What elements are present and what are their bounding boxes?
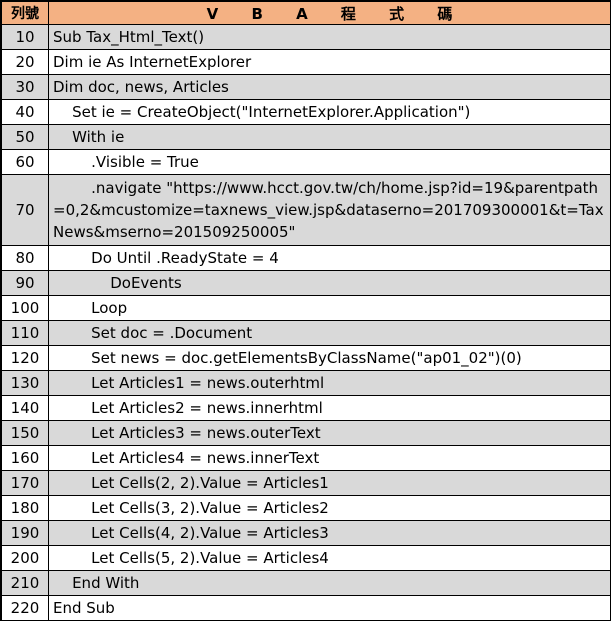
code-line: Let Cells(4, 2).Value = Articles3 [48, 520, 611, 546]
code-line: Set news = doc.getElementsByClassName("a… [48, 345, 611, 371]
code-line: Set ie = CreateObject("InternetExplorer.… [48, 99, 611, 125]
line-number: 40 [1, 99, 49, 125]
line-number: 80 [1, 245, 49, 271]
table-row: 90 DoEvents [1, 270, 611, 296]
code-line: Loop [48, 295, 611, 321]
code-line: .Visible = True [48, 149, 611, 175]
code-line: Sub Tax_Html_Text() [48, 24, 611, 50]
header-vba-code: V B A 程 式 碼 [48, 1, 611, 25]
table-row: 80 Do Until .ReadyState = 4 [1, 245, 611, 271]
code-rows: 10 Sub Tax_Html_Text() 20 Dim ie As Inte… [1, 24, 611, 621]
table-row: 190 Let Cells(4, 2).Value = Articles3 [1, 520, 611, 546]
table-row: 20 Dim ie As InternetExplorer [1, 49, 611, 75]
code-line: Dim doc, news, Articles [48, 74, 611, 100]
code-line: End Sub [48, 595, 611, 621]
table-row: 40 Set ie = CreateObject("InternetExplor… [1, 99, 611, 125]
line-number: 120 [1, 345, 49, 371]
code-line: Let Cells(5, 2).Value = Articles4 [48, 545, 611, 571]
vba-code-table: 列號 V B A 程 式 碼 10 Sub Tax_Html_Text() 20… [0, 0, 611, 621]
code-line: DoEvents [48, 270, 611, 296]
table-row: 150 Let Articles3 = news.outerText [1, 420, 611, 446]
table-row: 120 Set news = doc.getElementsByClassNam… [1, 345, 611, 371]
code-line: Let Cells(2, 2).Value = Articles1 [48, 470, 611, 496]
table-row: 30 Dim doc, news, Articles [1, 74, 611, 100]
line-number: 130 [1, 370, 49, 396]
code-line: Dim ie As InternetExplorer [48, 49, 611, 75]
table-row: 70 .navigate "https://www.hcct.gov.tw/ch… [1, 174, 611, 246]
table-row: 210 End With [1, 570, 611, 596]
code-line: Set doc = .Document [48, 320, 611, 346]
table-row: 60 .Visible = True [1, 149, 611, 175]
line-number: 190 [1, 520, 49, 546]
table-row: 180 Let Cells(3, 2).Value = Articles2 [1, 495, 611, 521]
table-row: 220 End Sub [1, 595, 611, 621]
code-line: Let Articles1 = news.outerhtml [48, 370, 611, 396]
line-number: 180 [1, 495, 49, 521]
line-number: 110 [1, 320, 49, 346]
table-row: 200 Let Cells(5, 2).Value = Articles4 [1, 545, 611, 571]
line-number: 10 [1, 24, 49, 50]
line-number: 70 [1, 174, 49, 246]
line-number: 90 [1, 270, 49, 296]
line-number: 20 [1, 49, 49, 75]
table-row: 110 Set doc = .Document [1, 320, 611, 346]
table-row: 50 With ie [1, 124, 611, 150]
code-table: 列號 V B A 程 式 碼 10 Sub Tax_Html_Text() 20… [1, 1, 611, 621]
table-row: 100 Loop [1, 295, 611, 321]
table-row: 170 Let Cells(2, 2).Value = Articles1 [1, 470, 611, 496]
code-line: Let Cells(3, 2).Value = Articles2 [48, 495, 611, 521]
line-number: 30 [1, 74, 49, 100]
line-number: 100 [1, 295, 49, 321]
line-number: 160 [1, 445, 49, 471]
line-number: 140 [1, 395, 49, 421]
table-row: 10 Sub Tax_Html_Text() [1, 24, 611, 50]
line-number: 150 [1, 420, 49, 446]
header-row: 列號 V B A 程 式 碼 [1, 1, 611, 25]
code-line: Do Until .ReadyState = 4 [48, 245, 611, 271]
code-line: .navigate "https://www.hcct.gov.tw/ch/ho… [48, 174, 611, 246]
line-number: 210 [1, 570, 49, 596]
table-row: 140 Let Articles2 = news.innerhtml [1, 395, 611, 421]
table-row: 130 Let Articles1 = news.outerhtml [1, 370, 611, 396]
code-line: Let Articles4 = news.innerText [48, 445, 611, 471]
code-line: Let Articles2 = news.innerhtml [48, 395, 611, 421]
header-line-number: 列號 [1, 1, 49, 25]
line-number: 170 [1, 470, 49, 496]
code-line: With ie [48, 124, 611, 150]
line-number: 50 [1, 124, 49, 150]
line-number: 60 [1, 149, 49, 175]
line-number: 220 [1, 595, 49, 621]
table-row: 160 Let Articles4 = news.innerText [1, 445, 611, 471]
code-line: Let Articles3 = news.outerText [48, 420, 611, 446]
line-number: 200 [1, 545, 49, 571]
code-line: End With [48, 570, 611, 596]
